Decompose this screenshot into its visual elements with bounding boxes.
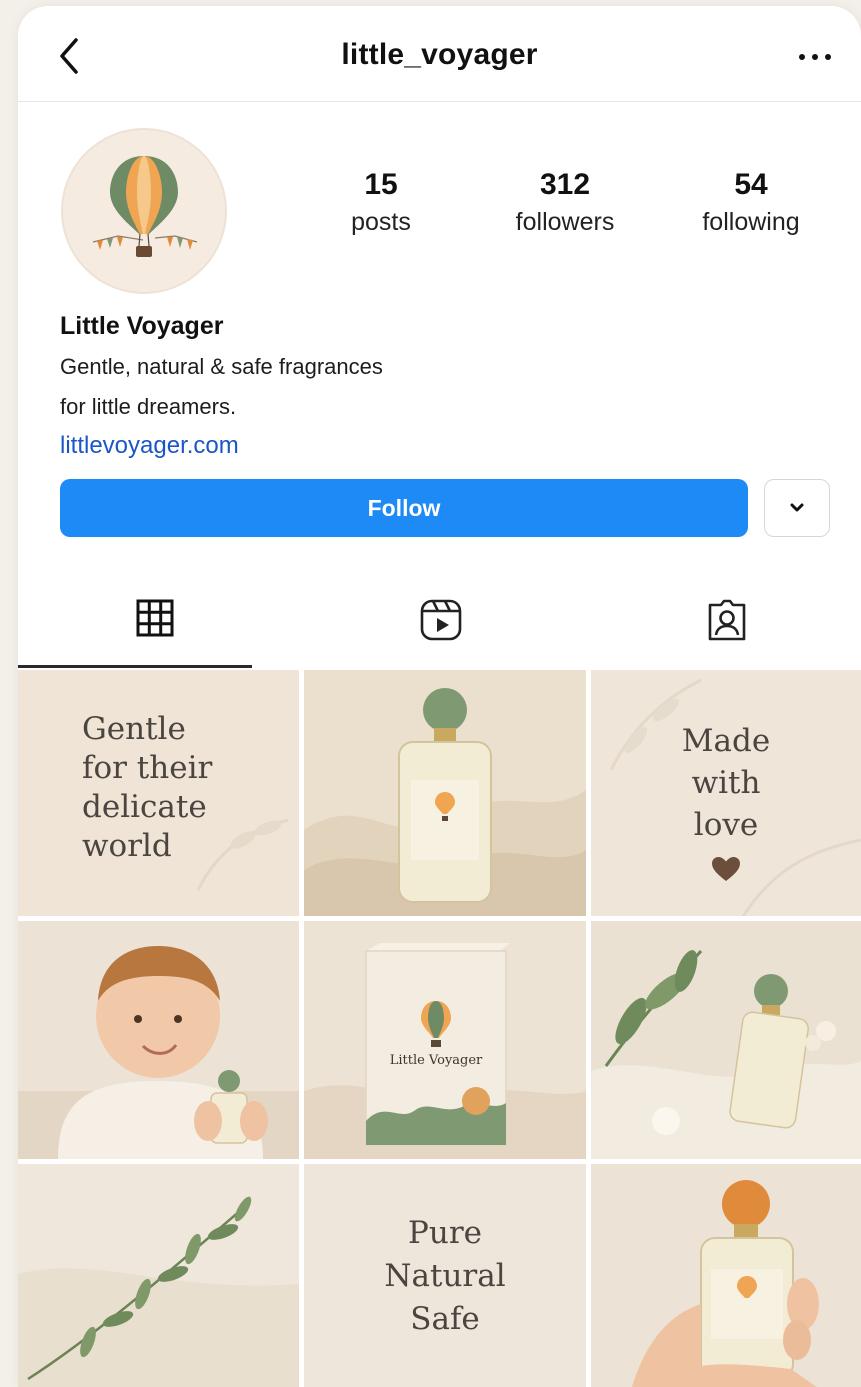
more-dot-icon: [799, 54, 805, 60]
reels-icon: [420, 599, 462, 641]
tagged-icon: [708, 599, 746, 641]
profile-username: little_voyager: [341, 38, 538, 71]
more-dot-icon: [812, 54, 818, 60]
bio-line-1: Gentle, natural & safe fragrances: [60, 354, 383, 379]
post-8-caption: Pure Natural Safe: [384, 1215, 506, 1337]
post-tile-5[interactable]: Little Voyager: [304, 921, 586, 1159]
stat-following-label: following: [702, 208, 800, 236]
stat-followers[interactable]: 312 followers: [480, 168, 650, 237]
profile-display-name: Little Voyager: [60, 312, 224, 340]
avatar[interactable]: [61, 128, 227, 294]
heart-icon: [712, 857, 740, 881]
post-tile-2[interactable]: [304, 670, 586, 916]
website-link[interactable]: littlevoyager.com: [60, 432, 239, 460]
perfume-bottle-icon: [304, 688, 586, 916]
post-tile-3[interactable]: Made with love: [591, 670, 861, 916]
profile-screen: little_voyager 15 posts 312 followers 54…: [18, 6, 861, 1387]
hand-holding-perfume-icon: [631, 1180, 819, 1387]
posts-grid: Gentle for their delicate world Made wit…: [18, 670, 861, 1387]
follow-button[interactable]: Follow: [60, 479, 748, 537]
post-1-caption: Gentle for their delicate world: [82, 711, 213, 864]
bio-line-2: for little dreamers.: [60, 394, 237, 419]
post-3-caption: Made with love: [681, 723, 771, 843]
baby-with-perfume-icon: [18, 946, 299, 1159]
stat-posts[interactable]: 15 posts: [296, 168, 466, 237]
tab-tagged[interactable]: [592, 588, 861, 668]
stat-posts-label: posts: [351, 208, 411, 236]
hot-air-balloon-icon: [92, 156, 198, 257]
post-tile-4[interactable]: [18, 921, 299, 1159]
stat-followers-count: 312: [539, 168, 591, 201]
leaf-branch-icon: [18, 1196, 299, 1387]
stat-following[interactable]: 54 following: [666, 168, 836, 237]
post-tile-7[interactable]: [18, 1164, 299, 1387]
suggested-accounts-dropdown-button[interactable]: [764, 479, 830, 537]
perfume-with-leaves-icon: [591, 950, 861, 1159]
tab-posts-grid[interactable]: [20, 588, 290, 668]
stat-followers-label: followers: [515, 208, 615, 236]
stat-following-count: 54: [734, 168, 768, 201]
post-tile-1[interactable]: Gentle for their delicate world: [18, 670, 299, 916]
stat-posts-count: 15: [364, 168, 398, 201]
chevron-down-icon: [790, 503, 804, 512]
more-options-button[interactable]: [797, 46, 833, 66]
post-tile-8[interactable]: Pure Natural Safe: [304, 1164, 586, 1387]
box-brand-label: Little Voyager: [389, 1053, 483, 1068]
top-bar: little_voyager: [18, 6, 861, 102]
grid-icon: [136, 599, 174, 637]
post-tile-6[interactable]: [591, 921, 861, 1159]
post-tile-9[interactable]: [591, 1164, 861, 1387]
product-box-icon: [304, 943, 586, 1159]
more-dot-icon: [825, 54, 831, 60]
tab-reels[interactable]: [306, 588, 576, 668]
active-tab-indicator: [18, 665, 252, 668]
